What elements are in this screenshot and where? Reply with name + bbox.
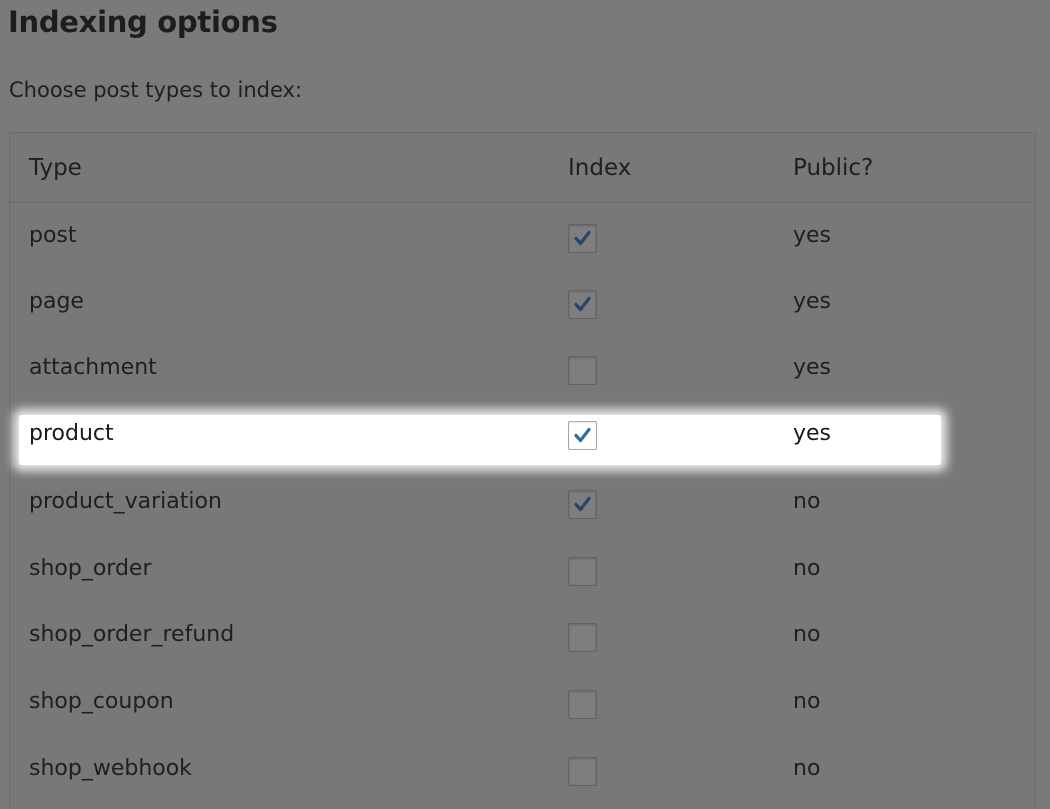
- table-row: shop_coupon no: [10, 669, 1035, 735]
- type-cell: shop_order_refund: [29, 622, 235, 647]
- public-cell: no: [793, 489, 821, 514]
- table-header-row: Type Index Public?: [10, 133, 1035, 203]
- post-types-table: Type Index Public? post yes page yes att…: [9, 132, 1036, 809]
- type-cell: page: [29, 289, 84, 314]
- table-row: shop_webhook no: [10, 736, 1035, 802]
- table-row: page yes: [10, 269, 1035, 335]
- public-cell: yes: [793, 355, 832, 380]
- type-cell: product_variation: [29, 489, 222, 514]
- type-cell: post: [29, 223, 77, 248]
- type-cell: shop_order: [29, 556, 152, 581]
- index-checkbox[interactable]: [568, 490, 597, 519]
- table-row-highlighted: product yes: [10, 415, 1035, 483]
- index-checkbox[interactable]: [568, 290, 597, 319]
- type-cell: product: [29, 421, 114, 446]
- type-cell: attachment: [29, 355, 157, 380]
- checkmark-icon: [574, 496, 591, 512]
- public-cell: no: [793, 756, 821, 781]
- index-checkbox[interactable]: [568, 557, 597, 586]
- public-cell: no: [793, 689, 821, 714]
- public-cell: yes: [793, 421, 832, 446]
- header-index: Index: [568, 155, 632, 181]
- header-type: Type: [29, 155, 82, 181]
- public-cell: yes: [793, 289, 832, 314]
- table-row: shop_order_refund no: [10, 602, 1035, 668]
- index-checkbox[interactable]: [568, 757, 597, 786]
- index-checkbox[interactable]: [568, 224, 597, 253]
- table-row: attachment yes: [10, 335, 1035, 401]
- table-row: shop_order no: [10, 536, 1035, 602]
- checkmark-icon: [574, 296, 591, 312]
- public-cell: no: [793, 556, 821, 581]
- checkmark-icon: [574, 230, 591, 246]
- index-checkbox[interactable]: [568, 623, 597, 652]
- table-row: post yes: [10, 203, 1035, 269]
- type-cell: shop_coupon: [29, 689, 174, 714]
- type-cell: shop_webhook: [29, 756, 192, 781]
- index-checkbox[interactable]: [568, 356, 597, 385]
- checkmark-icon: [574, 427, 591, 443]
- header-public: Public?: [793, 155, 874, 181]
- intro-text: Choose post types to index:: [9, 78, 303, 102]
- public-cell: no: [793, 622, 821, 647]
- index-checkbox[interactable]: [568, 690, 597, 719]
- page-title: Indexing options: [8, 5, 278, 39]
- public-cell: yes: [793, 223, 832, 248]
- index-checkbox[interactable]: [568, 421, 597, 450]
